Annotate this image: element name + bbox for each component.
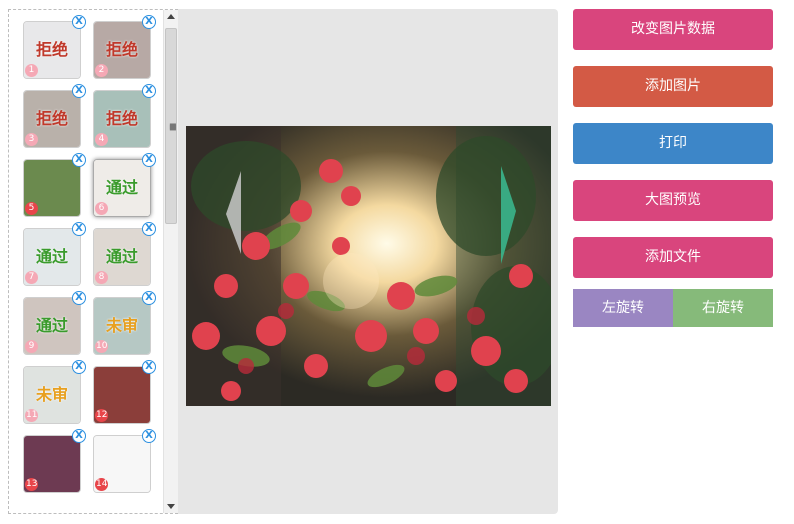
- thumbnail-item[interactable]: 14: [93, 435, 151, 493]
- grip-icon: ▬ ▬ ▬: [169, 120, 177, 133]
- status-stamp: 通过: [105, 178, 138, 197]
- large-preview-button[interactable]: 大图预览: [573, 180, 773, 221]
- thumbnail-number: 5: [25, 202, 38, 215]
- scrollbar-thumb[interactable]: ▬ ▬ ▬: [165, 28, 177, 224]
- status-stamp: 拒绝: [35, 40, 68, 59]
- status-stamp: 通过: [35, 316, 68, 335]
- status-stamp: 未审: [35, 385, 68, 404]
- close-icon[interactable]: X: [142, 222, 156, 236]
- close-icon[interactable]: X: [72, 153, 86, 167]
- status-stamp: 拒绝: [105, 109, 138, 128]
- close-icon[interactable]: X: [142, 15, 156, 29]
- thumbnail-number: 6: [95, 202, 108, 215]
- thumbnail-item[interactable]: 通过 9: [23, 297, 81, 355]
- close-icon[interactable]: X: [142, 291, 156, 305]
- thumbnail-item[interactable]: 拒绝 1: [23, 21, 81, 79]
- status-stamp: 未审: [105, 316, 138, 335]
- rotate-left-button[interactable]: 左旋转: [573, 289, 673, 327]
- close-icon[interactable]: X: [142, 84, 156, 98]
- thumbnail-item[interactable]: 未审 10: [93, 297, 151, 355]
- change-image-data-button[interactable]: 改变图片数据: [573, 9, 773, 50]
- close-icon[interactable]: X: [142, 153, 156, 167]
- thumbnail-item[interactable]: 拒绝 2: [93, 21, 151, 79]
- thumbnail-item[interactable]: 通过 7: [23, 228, 81, 286]
- status-stamp: 拒绝: [105, 40, 138, 59]
- thumbnail-number: 9: [25, 340, 38, 353]
- close-icon[interactable]: X: [72, 222, 86, 236]
- up-arrow-icon[interactable]: [167, 14, 175, 19]
- print-button[interactable]: 打印: [573, 123, 773, 164]
- thumbnail-number: 7: [25, 271, 38, 284]
- thumbnail-number: 3: [25, 133, 38, 146]
- thumbnail-item[interactable]: 拒绝 4: [93, 90, 151, 148]
- thumbnail-panel: 拒绝 1 X 拒绝 2 X 拒绝 3 X 拒绝 4 X 5 X 通过 6 X 通过 7 X 通过 8 X 通过 9 X 未审 10 X 未…: [8, 9, 178, 514]
- photo-image: [186, 126, 551, 406]
- thumbnail-item[interactable]: 通过 8: [93, 228, 151, 286]
- thumbnail-number: 1: [25, 64, 38, 77]
- thumbnail-item[interactable]: 12: [93, 366, 151, 424]
- thumbnail-item[interactable]: 5: [23, 159, 81, 217]
- main-photo: [186, 126, 551, 406]
- close-icon[interactable]: X: [72, 84, 86, 98]
- close-icon[interactable]: X: [142, 360, 156, 374]
- close-icon[interactable]: X: [72, 360, 86, 374]
- add-file-button[interactable]: 添加文件: [573, 237, 773, 278]
- thumbnail-number: 2: [95, 64, 108, 77]
- thumbnail-item[interactable]: 拒绝 3: [23, 90, 81, 148]
- down-arrow-icon[interactable]: [167, 504, 175, 509]
- thumbnail-item[interactable]: 未审 11: [23, 366, 81, 424]
- status-stamp: 通过: [35, 247, 68, 266]
- rotate-right-button[interactable]: 右旋转: [673, 289, 773, 327]
- thumbnail-scrollbar[interactable]: ▬ ▬ ▬: [163, 10, 178, 513]
- status-stamp: 拒绝: [35, 109, 68, 128]
- thumbnail-number: 4: [95, 133, 108, 146]
- close-icon[interactable]: X: [72, 291, 86, 305]
- thumbnail-number: 8: [95, 271, 108, 284]
- thumbnail-item[interactable]: 13: [23, 435, 81, 493]
- close-icon[interactable]: X: [142, 429, 156, 443]
- close-icon[interactable]: X: [72, 429, 86, 443]
- add-image-button[interactable]: 添加图片: [573, 66, 773, 107]
- thumbnail-item[interactable]: 通过 6: [93, 159, 151, 217]
- close-icon[interactable]: X: [72, 15, 86, 29]
- status-stamp: 通过: [105, 247, 138, 266]
